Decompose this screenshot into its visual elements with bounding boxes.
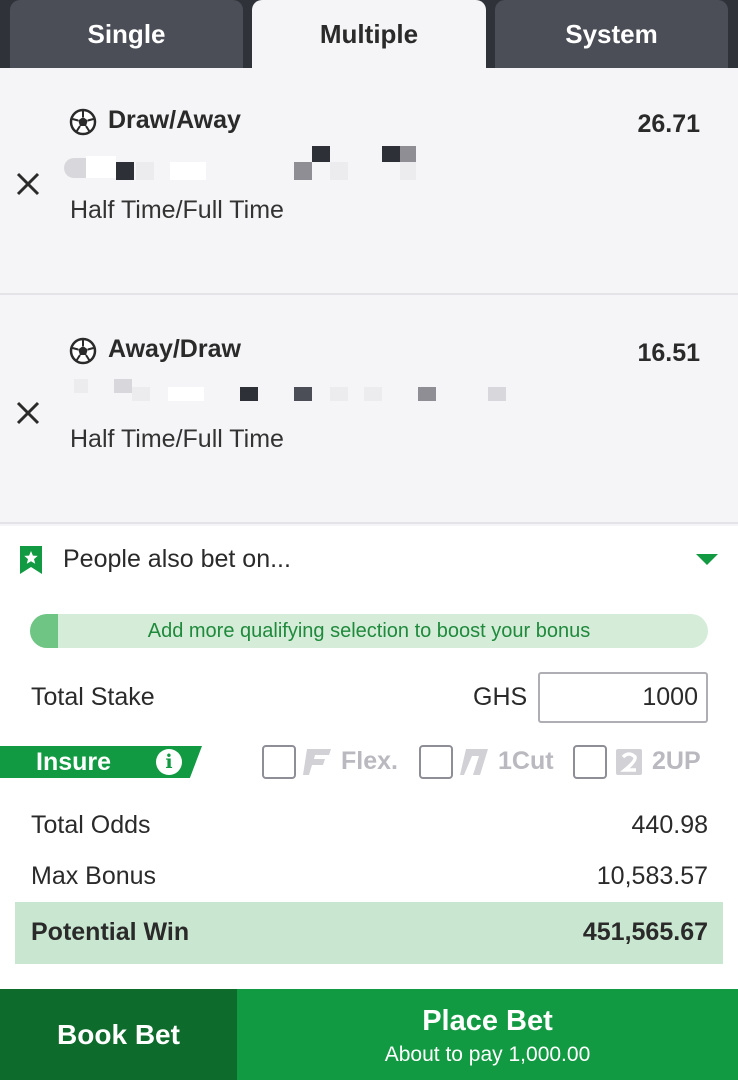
potential-win-label: Potential Win	[31, 918, 190, 946]
total-odds-value: 440.98	[631, 811, 708, 839]
flex-logo-icon	[303, 749, 331, 775]
bonus-banner-text: Add more qualifying selection to boost y…	[147, 620, 591, 642]
flex-checkbox[interactable]	[262, 745, 296, 779]
selection-odds: 26.71	[637, 110, 700, 138]
selection-pick: Away/Draw	[108, 335, 241, 363]
insure-label: Insure	[36, 748, 112, 776]
potential-win-row: Potential Win 451,565.67	[15, 902, 723, 964]
two-up-checkbox[interactable]	[573, 745, 607, 779]
two-up-logo-icon	[616, 749, 642, 775]
selection-pick: Draw/Away	[108, 106, 241, 134]
close-icon[interactable]	[10, 166, 46, 202]
selection-item: Draw/Away 26.71 Half Time/Full Time	[0, 68, 738, 295]
bet-type-tabs: Single Multiple System	[0, 0, 738, 68]
bonus-progress-banner: Add more qualifying selection to boost y…	[30, 614, 708, 648]
one-cut-checkbox[interactable]	[419, 745, 453, 779]
selection-market: Half Time/Full Time	[70, 196, 284, 224]
selection-market: Half Time/Full Time	[70, 425, 284, 453]
total-odds-label: Total Odds	[31, 811, 151, 839]
insure-button[interactable]: Insure i	[0, 746, 202, 778]
soccer-ball-icon	[69, 108, 97, 136]
book-bet-button[interactable]: Book Bet	[0, 989, 237, 1080]
place-bet-label: Place Bet	[422, 1005, 553, 1037]
selection-item: Away/Draw 16.51 Half Time/Full Time	[0, 297, 738, 524]
max-bonus-value: 10,583.57	[596, 862, 708, 890]
selections-list: Draw/Away 26.71 Half Time/Full Time Away…	[0, 68, 738, 526]
people-also-bet-row[interactable]: People also bet on...	[0, 528, 738, 592]
redacted-match-name	[64, 375, 506, 413]
tab-multiple[interactable]: Multiple	[252, 0, 486, 68]
selection-odds: 16.51	[637, 339, 700, 367]
potential-win-value: 451,565.67	[582, 918, 708, 946]
tab-single[interactable]: Single	[10, 0, 243, 68]
close-icon[interactable]	[10, 395, 46, 431]
total-stake-label: Total Stake	[31, 683, 155, 711]
place-bet-button[interactable]: Place Bet About to pay 1,000.00	[237, 989, 738, 1080]
one-cut-logo-icon	[460, 749, 488, 775]
stake-input[interactable]	[538, 672, 708, 723]
one-cut-label: 1Cut	[498, 747, 554, 775]
tab-system[interactable]: System	[495, 0, 728, 68]
soccer-ball-icon	[69, 337, 97, 365]
flex-label: Flex.	[341, 747, 398, 775]
place-bet-amount: About to pay 1,000.00	[384, 1043, 591, 1066]
chevron-down-icon[interactable]	[696, 554, 718, 565]
redacted-match-name	[64, 146, 424, 184]
info-icon[interactable]: i	[156, 749, 182, 775]
max-bonus-label: Max Bonus	[31, 862, 157, 890]
bookmark-star-icon	[20, 546, 42, 574]
two-up-label: 2UP	[652, 747, 701, 775]
people-also-bet-label: People also bet on...	[63, 545, 291, 573]
currency-label: GHS	[473, 683, 528, 711]
